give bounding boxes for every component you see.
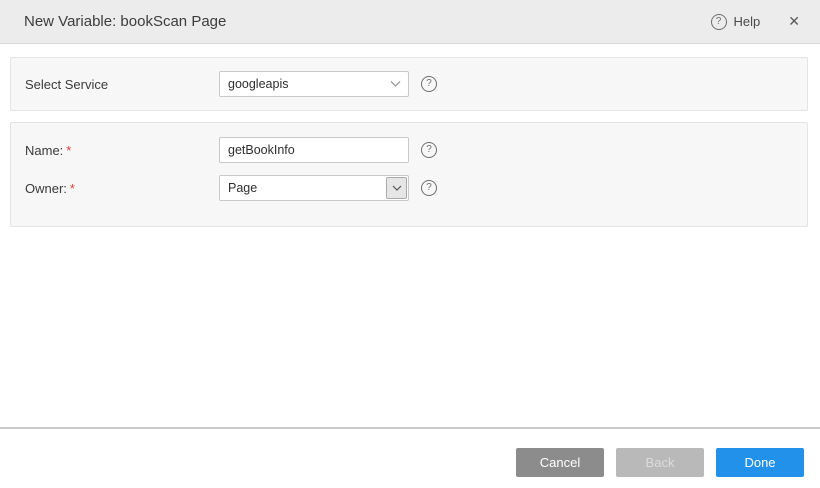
service-panel: Select Service googleapis ? (10, 57, 808, 111)
dialog-header: New Variable: bookScan Page ? Help ✕ (0, 0, 820, 44)
name-row: Name:* ? (11, 137, 807, 163)
name-label: Name:* (11, 143, 219, 158)
required-asterisk: * (66, 143, 71, 158)
name-input[interactable] (219, 137, 409, 163)
close-icon[interactable]: ✕ (788, 13, 800, 30)
owner-select-value: Page (228, 181, 257, 195)
details-panel: Name:* ? Owner:* Page ? (10, 122, 808, 227)
service-dropdown[interactable]: googleapis (219, 71, 409, 97)
owner-select[interactable]: Page (219, 175, 409, 201)
required-asterisk: * (70, 181, 75, 196)
done-button[interactable]: Done (716, 448, 804, 477)
page-title: New Variable: bookScan Page (24, 13, 226, 30)
owner-row: Owner:* Page ? (11, 175, 807, 201)
service-dropdown-value: googleapis (228, 77, 288, 91)
dialog-footer: Cancel Back Done (0, 429, 820, 488)
help-question-icon: ? (711, 14, 727, 30)
help-label: Help (734, 14, 761, 29)
owner-select-arrow-button[interactable] (386, 177, 407, 199)
select-service-label: Select Service (11, 77, 219, 92)
owner-help-icon[interactable]: ? (421, 180, 437, 196)
cancel-button[interactable]: Cancel (516, 448, 604, 477)
service-help-icon[interactable]: ? (421, 76, 437, 92)
owner-label: Owner:* (11, 181, 219, 196)
name-help-icon[interactable]: ? (421, 142, 437, 158)
service-row: Select Service googleapis ? (11, 71, 807, 97)
help-button[interactable]: ? Help (711, 14, 761, 30)
header-actions: ? Help ✕ (711, 13, 800, 30)
chevron-down-icon (390, 81, 401, 88)
back-button[interactable]: Back (616, 448, 704, 477)
